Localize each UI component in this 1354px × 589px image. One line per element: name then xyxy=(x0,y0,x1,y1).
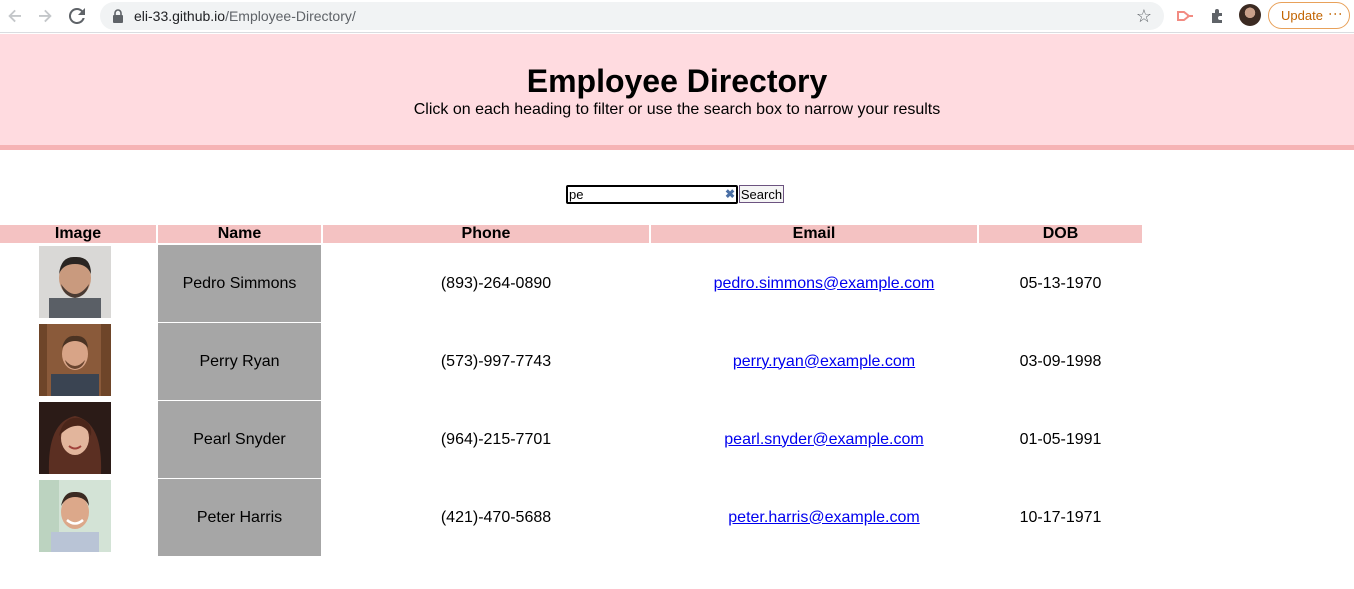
extension-arrow-icon[interactable] xyxy=(1175,6,1195,26)
table-row: Pearl Snyder (964)-215-7701 pearl.snyder… xyxy=(0,401,1142,479)
employee-photo xyxy=(39,246,111,318)
employee-email-link[interactable]: perry.ryan@example.com xyxy=(733,353,915,371)
update-button[interactable]: Update ⋮ xyxy=(1268,2,1350,29)
page-header: Employee Directory Click on each heading… xyxy=(0,34,1354,150)
employee-email-link[interactable]: peter.harris@example.com xyxy=(728,509,919,527)
column-header-email[interactable]: Email xyxy=(651,225,977,243)
back-arrow-icon[interactable] xyxy=(4,5,26,27)
bookmark-star-icon[interactable]: ☆ xyxy=(1134,6,1154,26)
employee-name: Peter Harris xyxy=(158,479,321,556)
column-header-image[interactable]: Image xyxy=(0,225,156,243)
table-row: Peter Harris (421)-470-5688 peter.harris… xyxy=(0,479,1142,557)
employee-phone: (893)-264-0890 xyxy=(440,274,552,292)
search-input[interactable] xyxy=(566,185,738,204)
url-text: eli-33.github.io/Employee-Directory/ xyxy=(134,8,356,24)
employee-email-cell: peter.harris@example.com xyxy=(651,479,977,556)
forward-arrow-icon[interactable] xyxy=(34,5,56,27)
employee-photo xyxy=(39,324,111,396)
clear-search-icon[interactable]: ✖ xyxy=(724,187,736,201)
employee-name: Perry Ryan xyxy=(158,323,321,400)
employee-email-cell: pearl.snyder@example.com xyxy=(651,401,977,478)
employee-dob: 01-05-1991 xyxy=(1019,430,1102,448)
profile-avatar[interactable] xyxy=(1239,4,1261,26)
employee-dob: 10-17-1971 xyxy=(1019,508,1102,526)
page-title: Employee Directory xyxy=(526,63,828,99)
menu-dots-icon: ⋮ xyxy=(1328,7,1344,21)
reload-icon[interactable] xyxy=(66,5,88,27)
search-button[interactable]: Search xyxy=(739,185,784,203)
lock-icon xyxy=(113,9,123,23)
table-row: Perry Ryan (573)-997-7743 perry.ryan@exa… xyxy=(0,323,1142,401)
employee-phone: (421)-470-5688 xyxy=(440,508,552,526)
column-header-dob[interactable]: DOB xyxy=(979,225,1142,243)
employee-dob: 05-13-1970 xyxy=(1019,274,1102,292)
column-header-name[interactable]: Name xyxy=(158,225,321,243)
address-bar[interactable]: eli-33.github.io/Employee-Directory/ ☆ xyxy=(100,2,1164,30)
employee-email-link[interactable]: pearl.snyder@example.com xyxy=(724,431,923,449)
employee-phone: (964)-215-7701 xyxy=(440,430,552,448)
employee-name: Pedro Simmons xyxy=(158,245,321,322)
employee-name: Pearl Snyder xyxy=(158,401,321,478)
employee-email-cell: pedro.simmons@example.com xyxy=(651,245,977,322)
employee-phone: (573)-997-7743 xyxy=(440,352,552,370)
page-subtitle: Click on each heading to filter or use t… xyxy=(413,101,941,118)
browser-toolbar: eli-33.github.io/Employee-Directory/ ☆ U… xyxy=(0,0,1354,33)
employee-photo xyxy=(39,402,111,474)
extensions-puzzle-icon[interactable] xyxy=(1208,6,1228,26)
employee-email-link[interactable]: pedro.simmons@example.com xyxy=(714,275,935,293)
employee-dob: 03-09-1998 xyxy=(1019,352,1102,370)
employee-email-cell: perry.ryan@example.com xyxy=(651,323,977,400)
table-row: Pedro Simmons (893)-264-0890 pedro.simmo… xyxy=(0,245,1142,323)
column-header-phone[interactable]: Phone xyxy=(323,225,649,243)
employee-photo xyxy=(39,480,111,552)
